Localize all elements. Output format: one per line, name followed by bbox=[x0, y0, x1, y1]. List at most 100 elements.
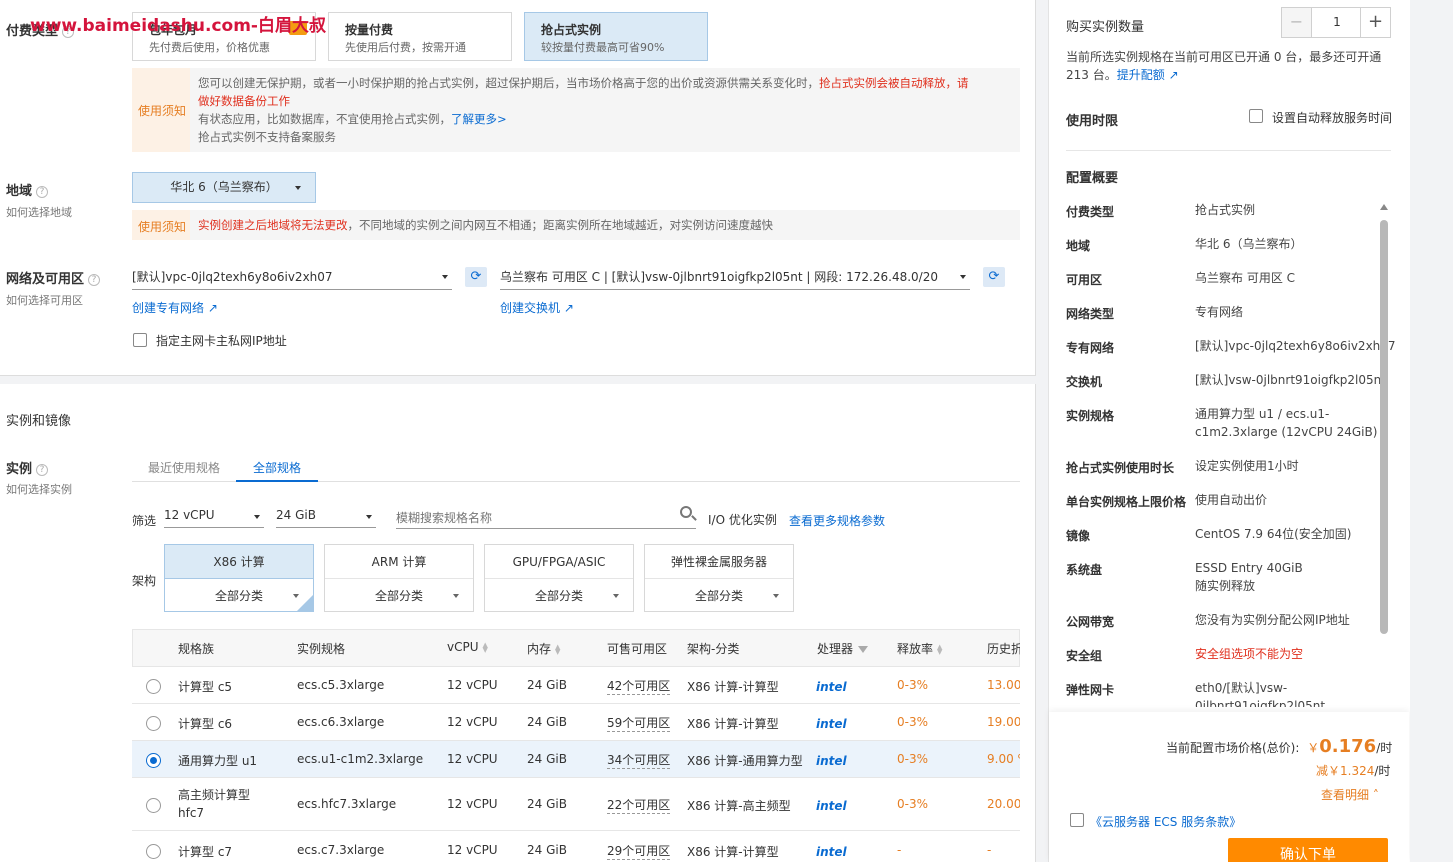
summary-title: 配置概要 bbox=[1066, 171, 1119, 186]
summary-value: 专有网络 bbox=[1195, 305, 1244, 319]
summary-key: 弹性网卡 bbox=[1066, 683, 1115, 697]
memory-filter-select[interactable]: 24 GiB bbox=[276, 508, 376, 528]
summary-value: 华北 6（乌兰察布） bbox=[1195, 237, 1303, 251]
terms-checkbox[interactable] bbox=[1070, 813, 1084, 827]
vswitch-select[interactable]: 乌兰察布 可用区 C | [默认]vsw-0jlbnrt91oigfkp2l05… bbox=[500, 268, 970, 290]
row-arch: X86 计算-通用算力型 bbox=[687, 754, 803, 768]
region-notice: 使用须知 实例创建之后地域将无法更改，不同地域的实例之间内网互不相通；距离实例所… bbox=[132, 210, 1020, 240]
row-zones[interactable]: 29个可用区 bbox=[607, 842, 671, 860]
qty-decrease-button[interactable]: − bbox=[1282, 8, 1312, 37]
row-family: 计算型 c6 bbox=[178, 717, 233, 731]
table-row[interactable]: 通用算力型 u1 ecs.u1-c1m2.3xlarge 12 vCPU 24 GiB… bbox=[132, 741, 1020, 778]
row-zones[interactable]: 42个可用区 bbox=[607, 677, 671, 695]
row-zones[interactable]: 34个可用区 bbox=[607, 751, 671, 769]
terms-link[interactable]: 《云服务器 ECS 服务条款》 bbox=[1090, 813, 1241, 830]
col-release-rate[interactable]: 释放率 ▲ ▼ bbox=[897, 640, 943, 657]
arch-bare-metal[interactable]: 弹性裸金属服务器 全部分类 bbox=[644, 544, 794, 612]
arch-x86[interactable]: X86 计算 全部分类 bbox=[164, 544, 314, 612]
col-cpu[interactable]: 处理器 bbox=[817, 640, 869, 657]
watermark: www.baimeidashu.com-白眉大叔 bbox=[30, 16, 326, 36]
row-memory: 24 GiB bbox=[527, 843, 567, 857]
row-memory: 24 GiB bbox=[527, 752, 567, 766]
chevron-down-icon bbox=[453, 594, 459, 598]
qty-value[interactable]: 1 bbox=[1312, 8, 1362, 37]
row-radio[interactable] bbox=[146, 798, 161, 813]
qty-increase-button[interactable]: + bbox=[1360, 8, 1390, 37]
row-family: 计算型 c5 bbox=[178, 680, 233, 694]
tab-all-specs[interactable]: 全部规格 bbox=[236, 459, 318, 476]
vpc-select[interactable]: [默认]vpc-0jlq2texh6y8o6iv2xh07 bbox=[132, 268, 452, 290]
summary-value: [默认]vpc-0jlq2texh6y8o6iv2xh07 bbox=[1195, 339, 1396, 353]
spec-search-input[interactable] bbox=[396, 507, 696, 529]
help-icon[interactable]: ? bbox=[36, 464, 49, 476]
auto-release-checkbox[interactable] bbox=[1249, 109, 1263, 123]
arch-gpu[interactable]: GPU/FPGA/ASIC 全部分类 bbox=[484, 544, 634, 612]
row-arch: X86 计算-计算型 bbox=[687, 717, 779, 731]
confirm-order-button[interactable]: 确认下单 bbox=[1228, 838, 1388, 862]
help-icon[interactable]: ? bbox=[36, 186, 49, 198]
filter-icon[interactable] bbox=[858, 646, 869, 653]
summary-value: 安全组选项不能为空 bbox=[1195, 647, 1304, 661]
intel-logo-icon: intel bbox=[816, 754, 847, 768]
price-row: 当前配置市场价格(总价): ￥0.176/时 bbox=[1166, 736, 1393, 757]
table-row[interactable]: 计算型 c7 ecs.c7.3xlarge 12 vCPU 24 GiB 29个可用区 X… bbox=[132, 831, 1020, 862]
billing-card-payg[interactable]: 按量付费 先使用后付费，按需开通 bbox=[328, 12, 512, 61]
chevron-down-icon bbox=[366, 515, 372, 519]
qty-stepper[interactable]: − 1 + bbox=[1281, 7, 1391, 38]
refresh-vpc-icon[interactable]: ⟳ bbox=[465, 267, 487, 287]
billing-card-spot[interactable]: 抢占式实例 较按量付费最高可省90% bbox=[524, 12, 708, 61]
col-arch: 架构-分类 bbox=[687, 642, 740, 656]
row-vcpu: 12 vCPU bbox=[447, 843, 498, 857]
summary-scrollbar-thumb[interactable] bbox=[1380, 220, 1388, 634]
scroll-up-icon[interactable] bbox=[1380, 204, 1388, 210]
summary-value: ESSD Entry 40GiB 随实例释放 bbox=[1195, 561, 1303, 593]
view-detail-link[interactable]: 查看明细 ˄ bbox=[1321, 786, 1379, 803]
row-radio[interactable] bbox=[146, 679, 161, 694]
create-vpc-link[interactable]: 创建专有网络 ↗ bbox=[132, 299, 218, 316]
help-icon[interactable]: ? bbox=[88, 274, 101, 286]
row-zones[interactable]: 22个可用区 bbox=[607, 796, 671, 814]
col-zones: 可售可用区 bbox=[607, 642, 668, 656]
region-label: 地域? bbox=[6, 180, 49, 199]
chevron-down-icon bbox=[773, 594, 779, 598]
instance-help-link[interactable]: 如何选择实例 bbox=[6, 481, 72, 497]
row-vcpu: 12 vCPU bbox=[447, 715, 498, 729]
row-radio[interactable] bbox=[146, 716, 161, 731]
filter-label: 筛选 bbox=[132, 514, 157, 528]
sort-icon[interactable]: ▲ ▼ bbox=[937, 643, 943, 655]
row-release-rate: 0-3% bbox=[897, 715, 929, 729]
region-help-link[interactable]: 如何选择地域 bbox=[6, 204, 72, 220]
table-row[interactable]: 高主频计算型 hfc7 ecs.hfc7.3xlarge 12 vCPU 24 GiB 2… bbox=[132, 778, 1020, 831]
row-radio[interactable] bbox=[146, 844, 161, 859]
qty-label: 购买实例数量 bbox=[1066, 20, 1145, 35]
arch-arm[interactable]: ARM 计算 全部分类 bbox=[324, 544, 474, 612]
summary-value: 您没有为实例分配公网IP地址 bbox=[1195, 613, 1350, 627]
divider bbox=[1066, 150, 1391, 151]
more-spec-params-link[interactable]: 查看更多规格参数 bbox=[789, 512, 885, 529]
create-vswitch-link[interactable]: 创建交换机 ↗ bbox=[500, 299, 574, 316]
sort-icon[interactable]: ▲ ▼ bbox=[555, 643, 561, 655]
tab-active-indicator bbox=[236, 480, 318, 482]
row-spec: ecs.u1-c1m2.3xlarge bbox=[297, 752, 424, 766]
sort-icon[interactable]: ▲ ▼ bbox=[483, 641, 489, 653]
col-memory[interactable]: 内存 ▲ ▼ bbox=[527, 640, 561, 657]
refresh-vswitch-icon[interactable]: ⟳ bbox=[983, 267, 1005, 287]
row-zones[interactable]: 59个可用区 bbox=[607, 714, 671, 732]
instance-section-title: 实例和镜像 bbox=[6, 414, 72, 429]
external-link-icon: ↗ bbox=[563, 301, 574, 315]
specify-ip-checkbox[interactable] bbox=[133, 333, 147, 347]
tab-recent-specs[interactable]: 最近使用规格 bbox=[148, 459, 220, 476]
col-vcpu[interactable]: vCPU ▲ ▼ bbox=[447, 640, 489, 654]
network-help-link[interactable]: 如何选择可用区 bbox=[6, 292, 83, 308]
row-family: 通用算力型 u1 bbox=[178, 754, 258, 768]
summary-value: 乌兰察布 可用区 C bbox=[1195, 271, 1296, 285]
row-spec: ecs.c7.3xlarge bbox=[297, 843, 385, 857]
raise-quota-link[interactable]: 提升配额 ↗ bbox=[1117, 68, 1179, 82]
row-radio[interactable] bbox=[146, 753, 161, 768]
table-row[interactable]: 计算型 c6 ecs.c6.3xlarge 12 vCPU 24 GiB 59个可用区 X… bbox=[132, 704, 1020, 741]
billing-notice: 使用须知 您可以创建无保护期，或者一小时保护期的抢占式实例，超过保护期后，当市场… bbox=[132, 68, 1020, 152]
vcpu-filter-select[interactable]: 12 vCPU bbox=[164, 508, 264, 528]
learn-more-link[interactable]: 了解更多> bbox=[451, 112, 507, 126]
region-select[interactable]: 华北 6（乌兰察布） bbox=[132, 172, 316, 203]
table-row[interactable]: 计算型 c5 ecs.c5.3xlarge 12 vCPU 24 GiB 42个可用区 X… bbox=[132, 667, 1020, 704]
